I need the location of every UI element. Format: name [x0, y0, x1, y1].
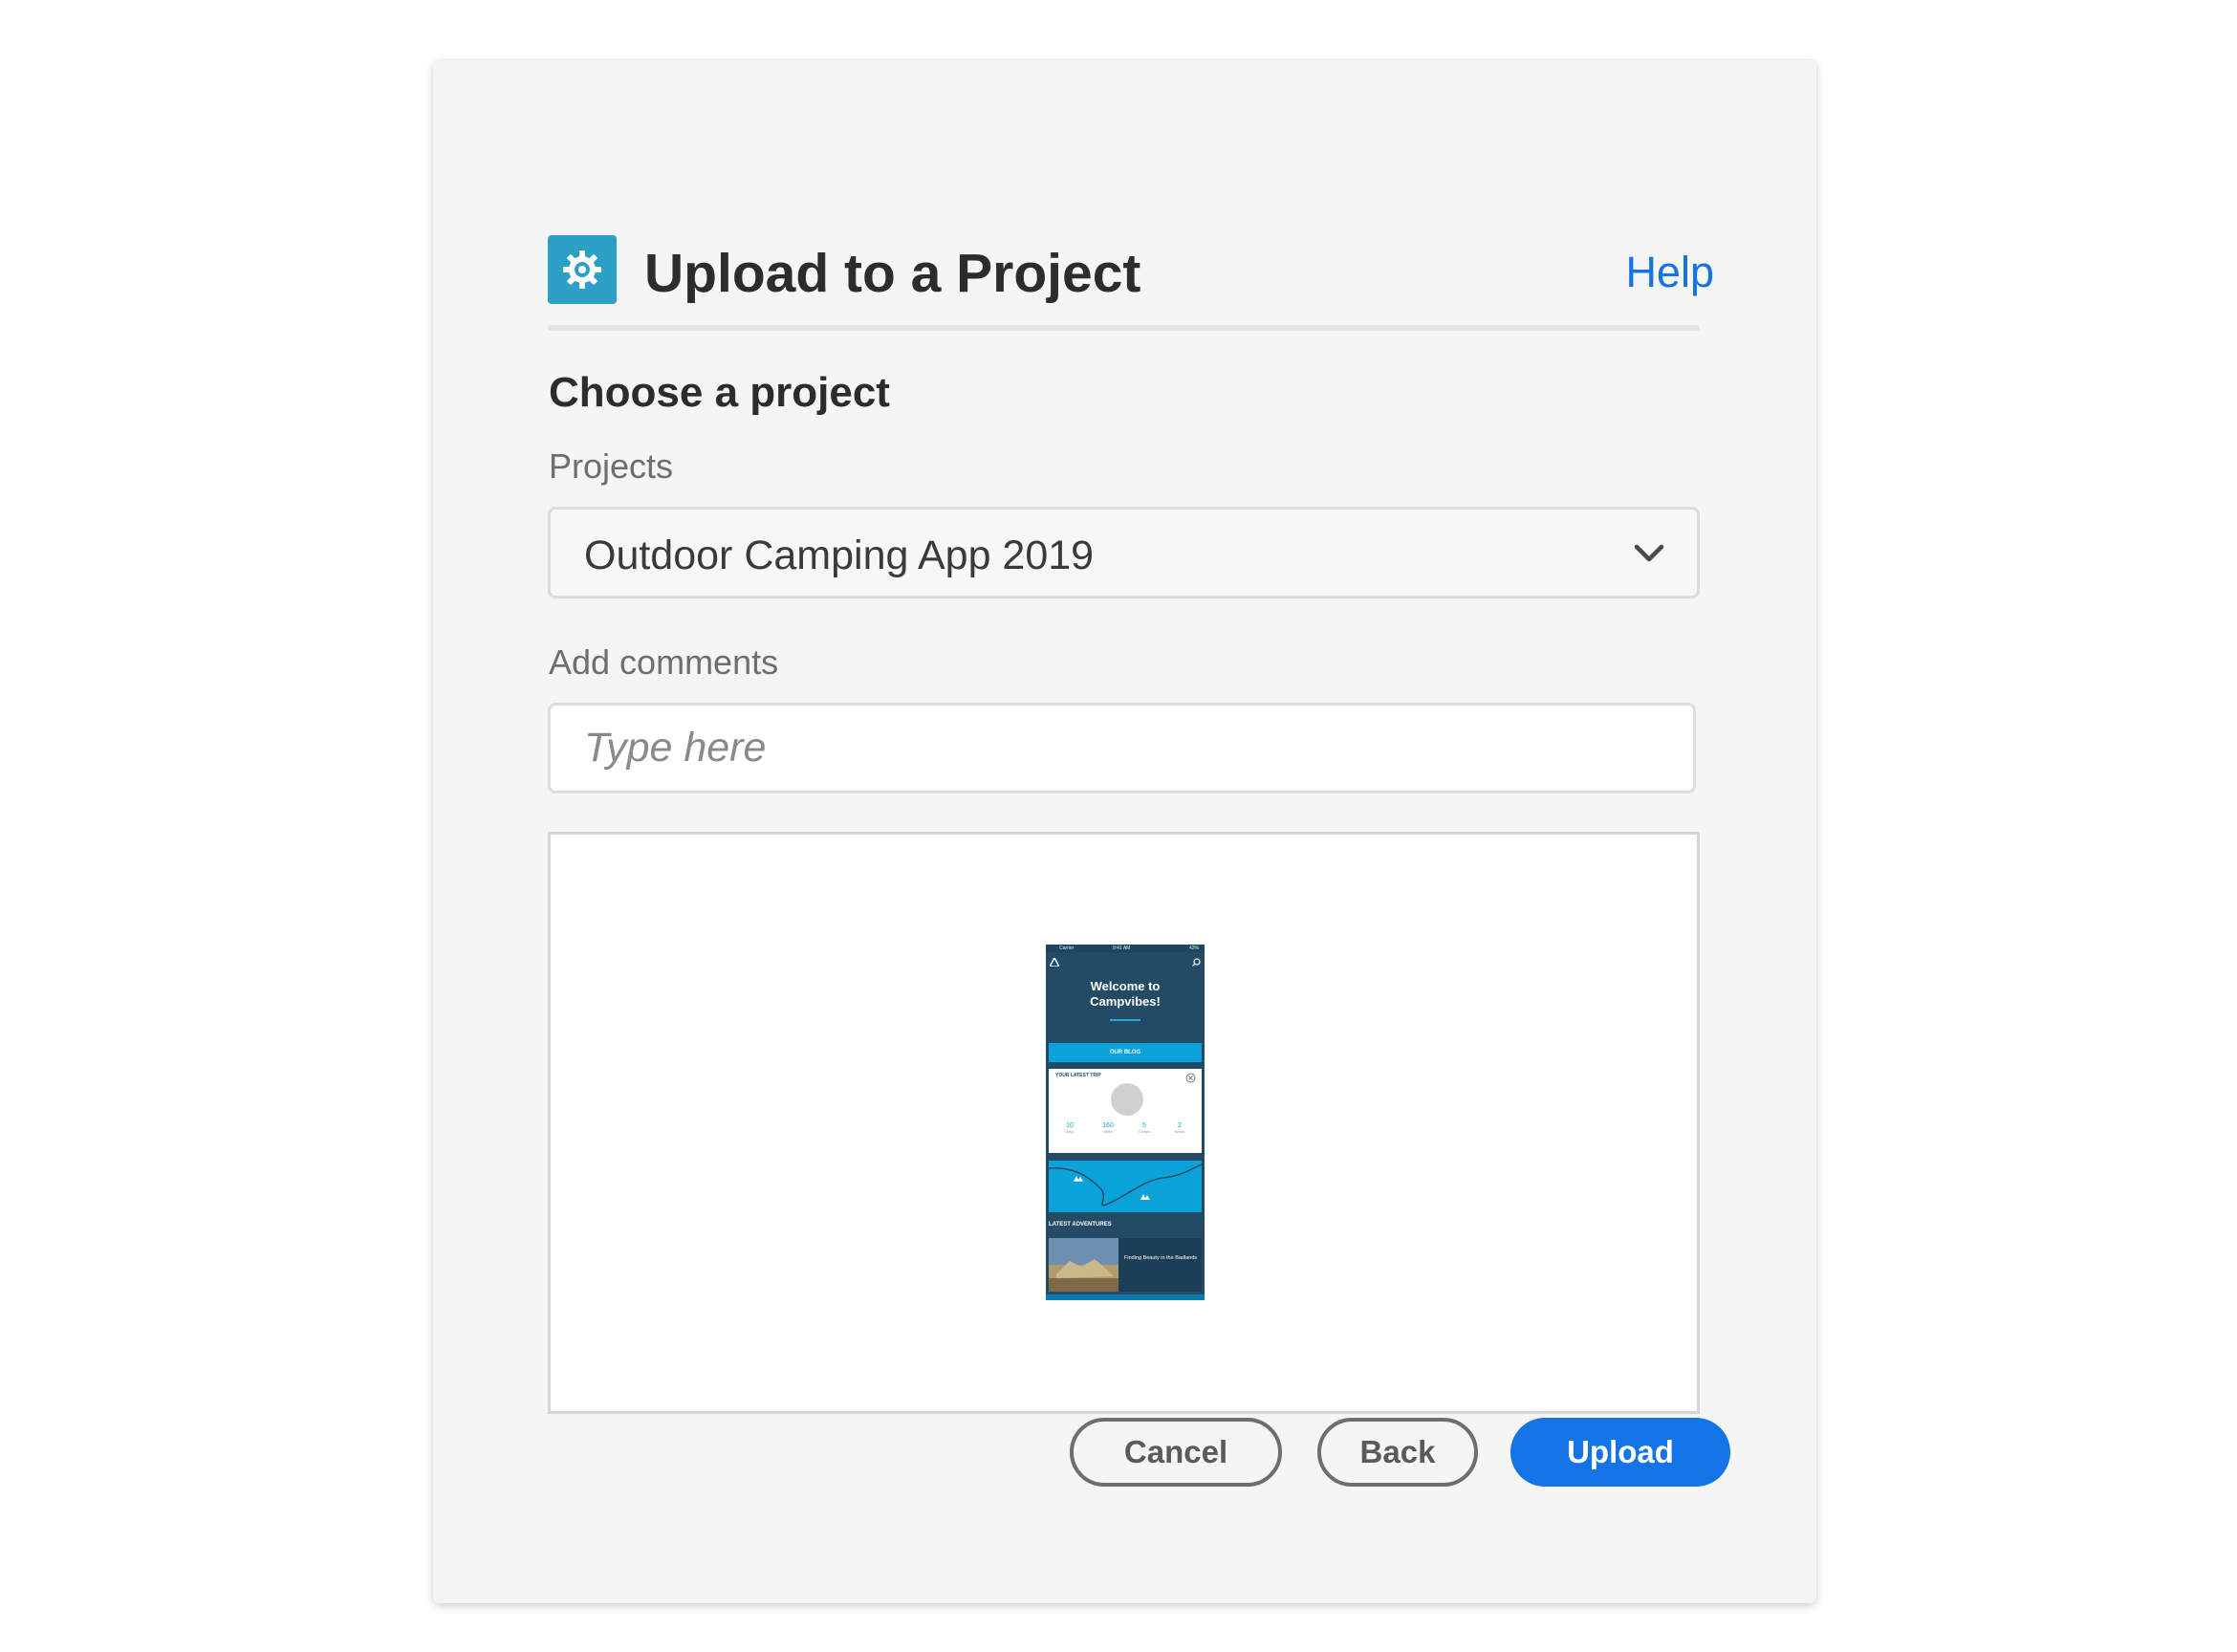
cancel-button[interactable]: Cancel — [1070, 1418, 1282, 1487]
thumb-stat-label: Miles — [1103, 1129, 1113, 1134]
thumb-carrier: Carrier — [1059, 946, 1075, 951]
thumb-blog-button: OUR BLOG — [1049, 1043, 1202, 1062]
thumb-adventure-card: Finding Beauty in the Badlands — [1049, 1238, 1202, 1292]
help-link[interactable]: Help — [1625, 248, 1714, 297]
thumb-stat-label: Camps — [1138, 1129, 1151, 1134]
thumb-trip-avatar — [1111, 1083, 1143, 1116]
selected-project: Outdoor Camping App 2019 — [584, 533, 1095, 578]
thumb-bottom-bar — [1046, 1294, 1205, 1300]
preview-thumbnail: Carrier 9:41 AM 42% Welcome to Campvibes… — [1046, 945, 1205, 1300]
thumb-underline — [1110, 1019, 1140, 1021]
header-divider — [548, 325, 1700, 331]
thumb-adventures-title: LATEST ADVENTURES — [1049, 1222, 1112, 1228]
thumb-trip-title: YOUR LATEST TRIP — [1055, 1073, 1101, 1078]
thumb-stat-value: 2 — [1178, 1122, 1182, 1129]
thumb-trip-stats: 10 Days 160 Miles 5 Camps 2 Bears — [1049, 1122, 1202, 1149]
thumb-adventure-text: Finding Beauty in the Badlands — [1124, 1255, 1198, 1261]
upload-dialog: Upload to a Project Help Choose a projec… — [433, 60, 1816, 1603]
upload-button[interactable]: Upload — [1510, 1418, 1730, 1487]
dialog-header: Upload to a Project Help — [548, 175, 1714, 336]
thumb-stat: 160 Miles — [1094, 1122, 1122, 1134]
dialog-title: Upload to a Project — [644, 243, 1141, 304]
gear-icon — [548, 235, 617, 304]
close-icon — [1185, 1073, 1196, 1083]
thumb-stat-label: Bears — [1174, 1129, 1185, 1134]
thumb-stat: 5 Camps — [1130, 1122, 1159, 1134]
comments-label: Add comments — [549, 642, 779, 682]
thumb-hero-text: Welcome to Campvibes! — [1090, 979, 1161, 1009]
thumb-time: 9:41 AM — [1113, 946, 1131, 951]
thumb-stat: 2 Bears — [1165, 1122, 1194, 1134]
back-button[interactable]: Back — [1317, 1418, 1478, 1487]
thumb-stat-value: 10 — [1066, 1122, 1074, 1129]
artboard-preview: Carrier 9:41 AM 42% Welcome to Campvibes… — [548, 832, 1700, 1414]
search-icon — [1192, 958, 1201, 967]
comments-input[interactable] — [548, 703, 1696, 793]
thumb-stat-label: Days — [1065, 1129, 1075, 1134]
thumb-adventure-photo — [1049, 1238, 1118, 1292]
thumb-trip-card: YOUR LATEST TRIP 10 Days 160 Miles 5 Cam… — [1049, 1069, 1202, 1153]
thumb-stat: 10 Days — [1055, 1122, 1084, 1134]
thumb-battery: 42% — [1188, 946, 1199, 951]
thumb-map — [1049, 1161, 1202, 1212]
section-title: Choose a project — [549, 369, 890, 416]
thumb-stat-value: 5 — [1142, 1122, 1146, 1129]
chevron-down-icon — [1634, 544, 1664, 562]
thumb-status-bar: Carrier 9:41 AM 42% — [1046, 945, 1205, 952]
projects-label: Projects — [549, 446, 674, 486]
thumb-stat-value: 160 — [1102, 1122, 1114, 1129]
tent-icon — [1050, 958, 1059, 967]
project-select[interactable]: Outdoor Camping App 2019 — [548, 507, 1700, 598]
